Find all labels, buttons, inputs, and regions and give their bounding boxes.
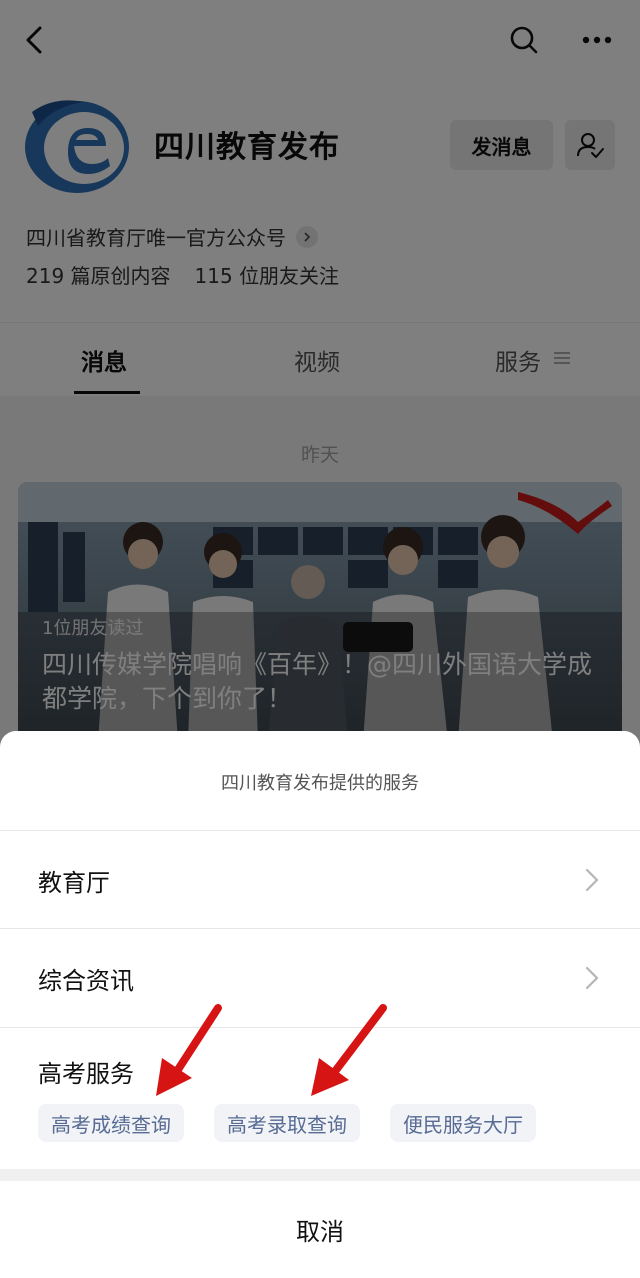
public-service-hall-chip[interactable]: 便民服务大厅 <box>390 1104 536 1142</box>
chevron-right-icon <box>585 966 599 990</box>
gaokao-services-title: 高考服务 <box>38 1060 134 1088</box>
service-row-label: 综合资讯 <box>38 967 134 995</box>
cancel-button[interactable]: 取消 <box>0 1181 640 1278</box>
chevron-right-icon <box>585 868 599 892</box>
gaokao-admission-query-chip[interactable]: 高考录取查询 <box>214 1104 360 1142</box>
gaokao-score-query-chip[interactable]: 高考成绩查询 <box>38 1104 184 1142</box>
annotation-arrow-icon <box>156 1004 222 1096</box>
sheet-divider <box>0 1169 640 1181</box>
service-row-education-department[interactable]: 教育厅 <box>0 830 640 929</box>
sheet-title: 四川教育发布提供的服务 <box>221 773 419 794</box>
service-row-label: 教育厅 <box>38 869 110 897</box>
annotation-arrow-icon <box>311 1004 387 1096</box>
